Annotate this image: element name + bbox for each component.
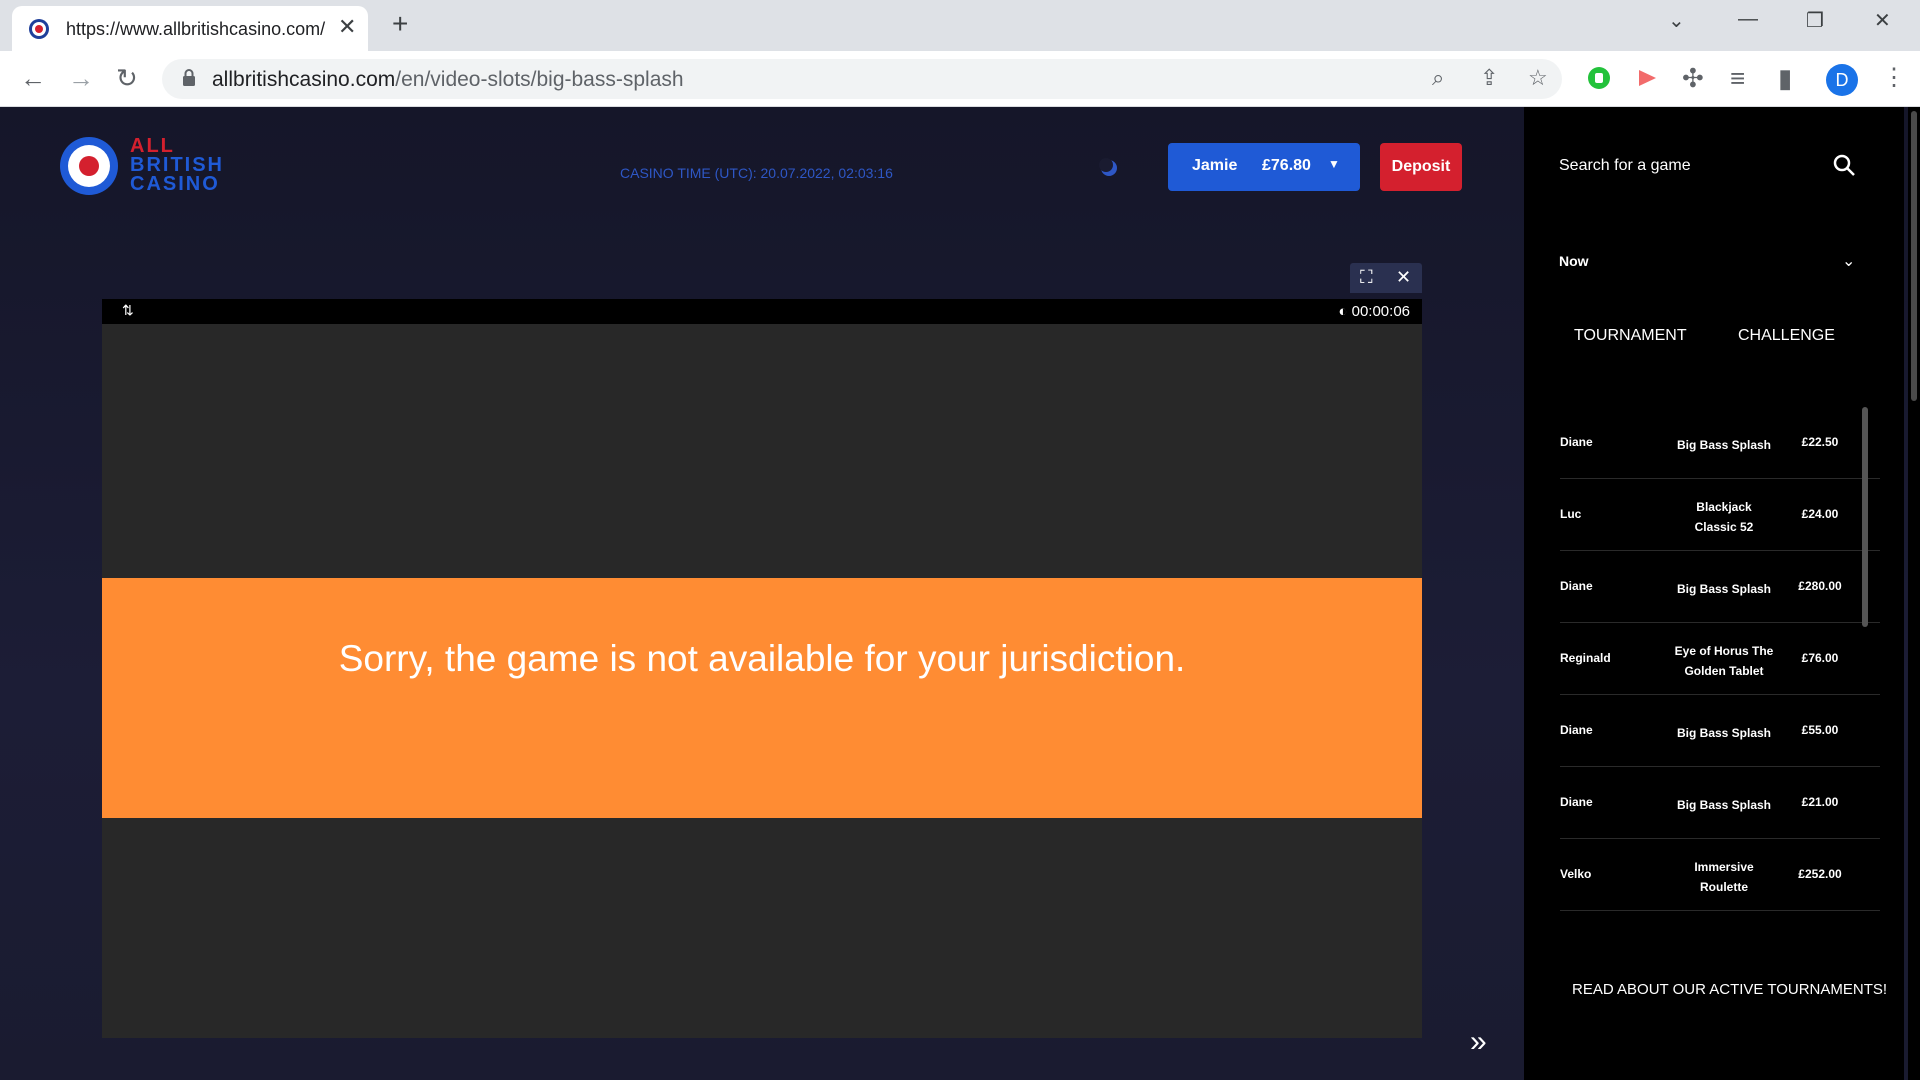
casino-page: ALL BRITISH CASINO CASINO TIME (UTC): 20… — [0, 107, 1920, 1080]
scrollbar-thumb[interactable] — [1911, 111, 1917, 401]
red-extension-icon[interactable] — [1634, 65, 1660, 91]
game-search-input[interactable]: Search for a game — [1559, 157, 1691, 175]
list-item[interactable]: Diane Big Bass Splash £22.50 — [1560, 407, 1880, 479]
game-top-bar: ⇅ ◐ 00:00:06 — [102, 299, 1422, 324]
winner-game: Blackjack Classic 52 — [1694, 500, 1754, 534]
winner-name: Diane — [1560, 579, 1593, 593]
extensions-puzzle-icon[interactable]: ✣ — [1682, 63, 1704, 94]
casino-time: CASINO TIME (UTC): 20.07.2022, 02:03:16 — [620, 165, 893, 181]
list-item[interactable]: Velko Immersive Roulette £252.00 — [1560, 839, 1880, 911]
recent-winners-list: Diane Big Bass Splash £22.50 Luc Blackja… — [1560, 407, 1880, 911]
swap-icon[interactable]: ⇅ — [122, 302, 134, 319]
tab-search-icon[interactable]: ⌄ — [1668, 8, 1685, 33]
profile-avatar[interactable]: D — [1826, 64, 1858, 96]
close-game-icon[interactable]: ✕ — [1396, 267, 1411, 288]
jurisdiction-error-banner: Sorry, the game is not available for you… — [102, 578, 1422, 818]
page-scrollbar[interactable] — [1908, 107, 1920, 1080]
account-balance-button[interactable]: Jamie £76.80 ▼ — [1168, 143, 1360, 191]
browser-tab[interactable]: https://www.allbritishcasino.com/ ✕ — [12, 6, 368, 51]
tournaments-link[interactable]: READ ABOUT OUR ACTIVE TOURNAMENTS! — [1572, 981, 1887, 998]
fullscreen-icon[interactable]: ⛶ — [1360, 267, 1373, 288]
reload-icon[interactable]: ↻ — [116, 63, 138, 94]
logo-text: ALL BRITISH CASINO — [130, 136, 224, 195]
list-item[interactable]: Diane Big Bass Splash £21.00 — [1560, 767, 1880, 839]
session-timer: ◐ 00:00:06 — [1338, 303, 1410, 320]
media-queue-icon[interactable]: ≡ — [1730, 63, 1745, 94]
back-icon[interactable]: ← — [20, 63, 46, 94]
winner-name: Diane — [1560, 435, 1593, 449]
winner-game: Big Bass Splash — [1676, 582, 1772, 596]
winner-game: Big Bass Splash — [1676, 438, 1772, 452]
moon-icon[interactable] — [1098, 157, 1120, 179]
url-text: allbritishcasino.com/en/video-slots/big-… — [212, 68, 684, 91]
site-favicon-icon — [29, 19, 49, 39]
forward-icon[interactable]: → — [68, 63, 94, 94]
zoom-icon[interactable]: ⌕ — [1432, 65, 1444, 91]
period-select[interactable]: Now — [1559, 253, 1589, 269]
site-logo[interactable]: ALL BRITISH CASINO — [60, 136, 230, 199]
tab-challenge[interactable]: CHALLENGE — [1738, 327, 1835, 345]
list-item[interactable]: Diane Big Bass Splash £280.00 — [1560, 551, 1880, 623]
winner-name: Diane — [1560, 723, 1593, 737]
roundel-icon — [60, 137, 118, 195]
winner-game: Immersive Roulette — [1694, 860, 1754, 894]
restore-icon[interactable]: ❐ — [1806, 8, 1824, 33]
browser-tab-strip: https://www.allbritishcasino.com/ ✕ + ⌄ … — [0, 0, 1920, 51]
list-item[interactable]: Luc Blackjack Classic 52 £24.00 — [1560, 479, 1880, 551]
green-extension-icon[interactable] — [1586, 65, 1612, 91]
winner-name: Luc — [1560, 507, 1582, 521]
tab-tournament[interactable]: TOURNAMENT — [1574, 327, 1687, 345]
address-bar[interactable]: allbritishcasino.com/en/video-slots/big-… — [162, 59, 1562, 99]
game-frame-controls: ⛶ ✕ — [1350, 263, 1422, 293]
logo-line-3: CASINO — [130, 173, 220, 195]
winner-game: Big Bass Splash — [1676, 726, 1772, 740]
winner-game: Big Bass Splash — [1676, 798, 1772, 812]
deposit-button[interactable]: Deposit — [1380, 143, 1462, 191]
list-item[interactable]: Reginald Eye of Horus The Golden Tablet … — [1560, 623, 1880, 695]
winner-name: Diane — [1560, 795, 1593, 809]
game-frame: ⇅ ◐ 00:00:06 Sorry, the game is not avai… — [102, 299, 1422, 1038]
account-name: Jamie — [1192, 157, 1238, 174]
share-icon[interactable]: ⇪ — [1480, 65, 1498, 91]
winner-name: Velko — [1560, 867, 1592, 881]
error-message: Sorry, the game is not available for you… — [338, 638, 1186, 679]
close-window-icon[interactable]: ✕ — [1874, 8, 1891, 33]
bookmark-star-icon[interactable]: ☆ — [1528, 65, 1548, 91]
browser-menu-icon[interactable]: ⋮ — [1882, 63, 1906, 92]
winner-amount: £21.00 — [1801, 795, 1839, 809]
new-tab-icon[interactable]: + — [392, 8, 408, 40]
chevron-down-icon[interactable]: ⌄ — [1842, 251, 1855, 271]
list-item[interactable]: Diane Big Bass Splash £55.00 — [1560, 695, 1880, 767]
double-chevron-right-icon[interactable]: » — [1470, 1025, 1487, 1059]
winner-game: Eye of Horus The Golden Tablet — [1674, 644, 1774, 678]
account-balance: £76.80 — [1262, 157, 1311, 174]
winner-amount: £252.00 — [1798, 867, 1842, 881]
search-icon[interactable] — [1832, 153, 1856, 177]
winner-amount: £24.00 — [1801, 507, 1839, 521]
minimize-icon[interactable]: — — [1738, 8, 1758, 31]
winners-scrollbar[interactable] — [1862, 407, 1868, 627]
right-sidebar: Search for a game Now ⌄ TOURNAMENT CHALL… — [1524, 107, 1904, 1080]
browser-toolbar: ← → ↻ allbritishcasino.com/en/video-slot… — [0, 51, 1920, 107]
lock-icon — [183, 69, 195, 86]
close-tab-icon[interactable]: ✕ — [338, 14, 356, 40]
winner-name: Reginald — [1560, 651, 1611, 665]
winner-amount: £55.00 — [1801, 723, 1839, 737]
winner-amount: £22.50 — [1801, 435, 1839, 449]
winner-amount: £76.00 — [1801, 651, 1839, 665]
tab-title: https://www.allbritishcasino.com/ — [66, 19, 326, 39]
side-panel-icon[interactable]: ▮ — [1778, 63, 1792, 94]
winner-amount: £280.00 — [1798, 579, 1842, 593]
chevron-down-icon: ▼ — [1328, 157, 1340, 171]
